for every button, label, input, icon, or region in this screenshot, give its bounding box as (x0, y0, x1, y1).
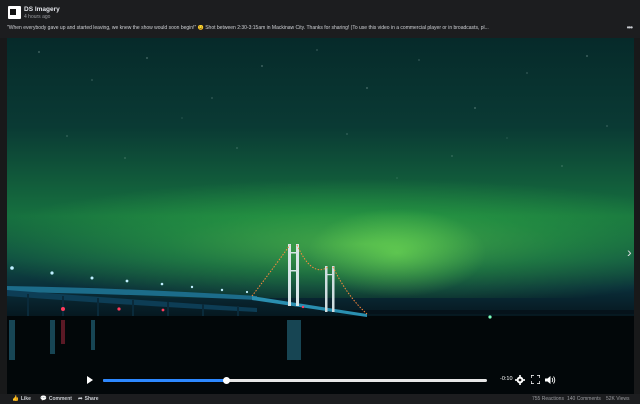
gear-icon[interactable] (515, 375, 525, 385)
more-options-icon[interactable]: ••• (627, 24, 633, 32)
like-label: Like (20, 396, 31, 402)
page-name[interactable]: DS Imagery (24, 6, 60, 13)
chevron-right-icon[interactable]: › (627, 245, 634, 259)
comment-icon: 💬 (40, 396, 47, 402)
volume-icon[interactable] (545, 375, 556, 385)
post-caption: "When everybody gave up and started leav… (7, 25, 489, 31)
bridge-scene (7, 244, 634, 394)
comments-count[interactable]: 140 Comments (567, 396, 601, 402)
reactions-count[interactable]: 755 Reactions (532, 396, 564, 402)
comment-label: Comment (48, 396, 72, 402)
post-header: DS Imagery 4 hours ago "When everybody g… (0, 0, 640, 38)
progress-knob[interactable] (222, 377, 230, 384)
play-icon[interactable] (87, 376, 93, 384)
comment-button[interactable]: 💬 Comment (40, 396, 72, 402)
share-label: Share (84, 396, 99, 402)
like-icon: 👍 (12, 396, 19, 402)
progress-track[interactable] (103, 377, 487, 384)
post-footer: 👍 Like 💬 Comment ➦ Share 755 Reactions 140 … (0, 394, 640, 404)
video-player[interactable]: › (7, 38, 634, 394)
share-icon: ➦ (78, 396, 83, 402)
progress-fill (103, 379, 226, 382)
share-button[interactable]: ➦ Share (78, 396, 99, 402)
time-remaining: -0:10 (500, 376, 513, 382)
page-avatar[interactable] (8, 6, 21, 19)
fullscreen-icon[interactable] (531, 375, 540, 384)
player-controls: -0:10 (0, 372, 640, 388)
post-timestamp[interactable]: 4 hours ago (24, 14, 50, 20)
like-button[interactable]: 👍 Like (12, 396, 31, 402)
views-count: 52K Views (606, 396, 630, 402)
